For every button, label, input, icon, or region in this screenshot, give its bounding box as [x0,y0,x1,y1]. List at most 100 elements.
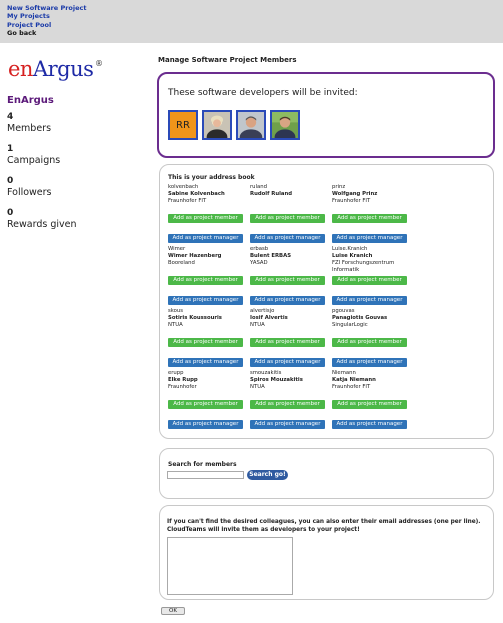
contact-organization: Booreland [168,260,195,266]
enargus-logo: enArgus ® [8,57,103,81]
contact-organization: Fraunhofer FIT [332,384,371,390]
contact-username: Wimer [168,246,186,252]
add-project-manager-button[interactable]: Add as project manager [332,296,407,305]
stat-rewards-label: Rewards given [7,219,77,230]
invite-text: These software developers will be invite… [168,88,358,98]
stat-campaigns-count: 1 [7,144,14,154]
avatar-initials[interactable]: RR [168,110,198,140]
contact-organization: NTUA [250,322,265,328]
add-project-member-button[interactable]: Add as project member [250,338,325,347]
add-project-member-button[interactable]: Add as project member [168,276,243,285]
add-project-manager-button[interactable]: Add as project manager [250,358,325,367]
email-addresses-textarea[interactable] [167,537,293,595]
contact-name: Wimer Hazenberg [168,253,222,259]
stat-rewards-count: 0 [7,208,14,218]
invitee-avatars: RR [168,110,493,140]
contact-card: alvertisjo Iosif Alvertis NTUA [250,308,335,329]
contact-organization [250,198,335,205]
contact-organization: NTUA [168,322,183,328]
contact-organization: SingularLogic [332,322,368,328]
top-nav-bar: New Software Project My Projects Project… [0,0,503,43]
contact-organization: Fraunhofer [168,384,197,390]
contact-organization: Fraunhofer FIT [168,198,207,204]
add-project-member-button[interactable]: Add as project member [168,338,243,347]
add-project-manager-button[interactable]: Add as project manager [332,234,407,243]
add-project-manager-button[interactable]: Add as project manager [168,234,243,243]
add-project-member-button[interactable]: Add as project member [250,400,325,409]
stat-members-label: Members [7,123,52,134]
stat-campaigns-label: Campaigns [7,155,61,166]
contact-organization: YASAD [250,260,268,266]
contact-organization: FZI Forschungszentrum Informatik [332,260,395,273]
person-photo-man-icon[interactable] [236,110,266,140]
search-go-button[interactable]: Search go! [247,470,288,480]
contact-card: Niemann Katja Niemann Fraunhofer FIT [332,370,417,391]
contact-username: erupp [168,370,184,376]
add-project-manager-button[interactable]: Add as project manager [250,296,325,305]
stat-members: 4 Members [7,112,137,134]
add-project-manager-button[interactable]: Add as project manager [250,234,325,243]
contact-username: skous [168,308,183,314]
person-photo-man-outdoor-icon[interactable] [270,110,300,140]
person-photo-woman-icon[interactable] [202,110,232,140]
stat-members-count: 4 [7,112,14,122]
add-project-member-button[interactable]: Add as project member [332,338,407,347]
add-project-manager-button[interactable]: Add as project manager [332,358,407,367]
contact-card: erbasb Bulent ERBAS YASAD [250,246,335,267]
contact-card: Luise.Kranich Luise Kranich FZI Forschungs… [332,246,417,274]
contact-name: Luise Kranich [332,253,373,259]
contact-card: ruland Rudolf Ruland [250,184,335,205]
contact-name: Panagiotis Gouvas [332,315,388,321]
contact-username: ruland [250,184,267,190]
add-project-member-button[interactable]: Add as project member [250,214,325,223]
contact-username: smouzakitis [250,370,282,376]
contact-username: erbasb [250,246,269,252]
contact-card: prinz Wolfgang Prinz Fraunhofer FIT [332,184,417,205]
contact-card: smouzakitis Spiros Mouzakitis NTUA [250,370,335,391]
contact-card: pgouvas Panagiotis Gouvas SingularLogic [332,308,417,329]
stat-followers-count: 0 [7,176,14,186]
contact-name: Elke Rupp [168,377,198,383]
project-name: EnArgus [7,95,54,106]
add-project-member-button[interactable]: Add as project member [332,400,407,409]
logo-en-text: en [8,57,33,81]
contact-name: Spiros Mouzakitis [250,377,303,383]
new-software-project-link[interactable]: New Software Project [7,4,503,12]
add-project-manager-button[interactable]: Add as project manager [168,296,243,305]
project-pool-link[interactable]: Project Pool [7,21,503,29]
contact-username: kolvenbach [168,184,199,190]
add-project-manager-button[interactable]: Add as project manager [332,420,407,429]
contact-username: prinz [332,184,346,190]
contact-username: Luise.Kranich [332,246,368,252]
stat-followers: 0 Followers [7,176,137,198]
contact-card: kolvenbach Sabine Kolvenbach Fraunhofer FI… [168,184,253,205]
stat-rewards: 0 Rewards given [7,208,137,230]
add-project-member-button[interactable]: Add as project member [332,276,407,285]
contact-organization: NTUA [250,384,265,390]
search-input[interactable] [167,471,244,479]
project-sidebar: EnArgus 4 Members 1 Campaigns 0 Follower… [7,95,137,240]
contact-card: skous Sotiris Koussouris NTUA [168,308,253,329]
contact-name: Bulent ERBAS [250,253,292,259]
contact-card: Wimer Wimer Hazenberg Booreland [168,246,253,267]
contact-name: Rudolf Ruland [250,191,293,197]
add-project-manager-button[interactable]: Add as project manager [250,420,325,429]
ok-button[interactable]: OK [161,607,185,615]
stat-followers-label: Followers [7,187,52,198]
add-project-manager-button[interactable]: Add as project manager [168,420,243,429]
add-project-manager-button[interactable]: Add as project manager [168,358,243,367]
contact-username: Niemann [332,370,356,376]
invite-panel: These software developers will be invite… [157,72,495,158]
contact-username: alvertisjo [250,308,275,314]
my-projects-link[interactable]: My Projects [7,12,503,20]
add-project-member-button[interactable]: Add as project member [250,276,325,285]
registered-mark: ® [95,59,103,68]
email-invite-text: If you can't find the desired colleagues… [167,519,481,533]
email-invite-panel: If you can't find the desired colleagues… [159,505,494,600]
add-project-member-button[interactable]: Add as project member [332,214,407,223]
logo-argus-text: Argus [32,57,94,81]
add-project-member-button[interactable]: Add as project member [168,214,243,223]
contact-name: Katja Niemann [332,377,376,383]
go-back-link[interactable]: Go back [7,29,503,37]
add-project-member-button[interactable]: Add as project member [168,400,243,409]
